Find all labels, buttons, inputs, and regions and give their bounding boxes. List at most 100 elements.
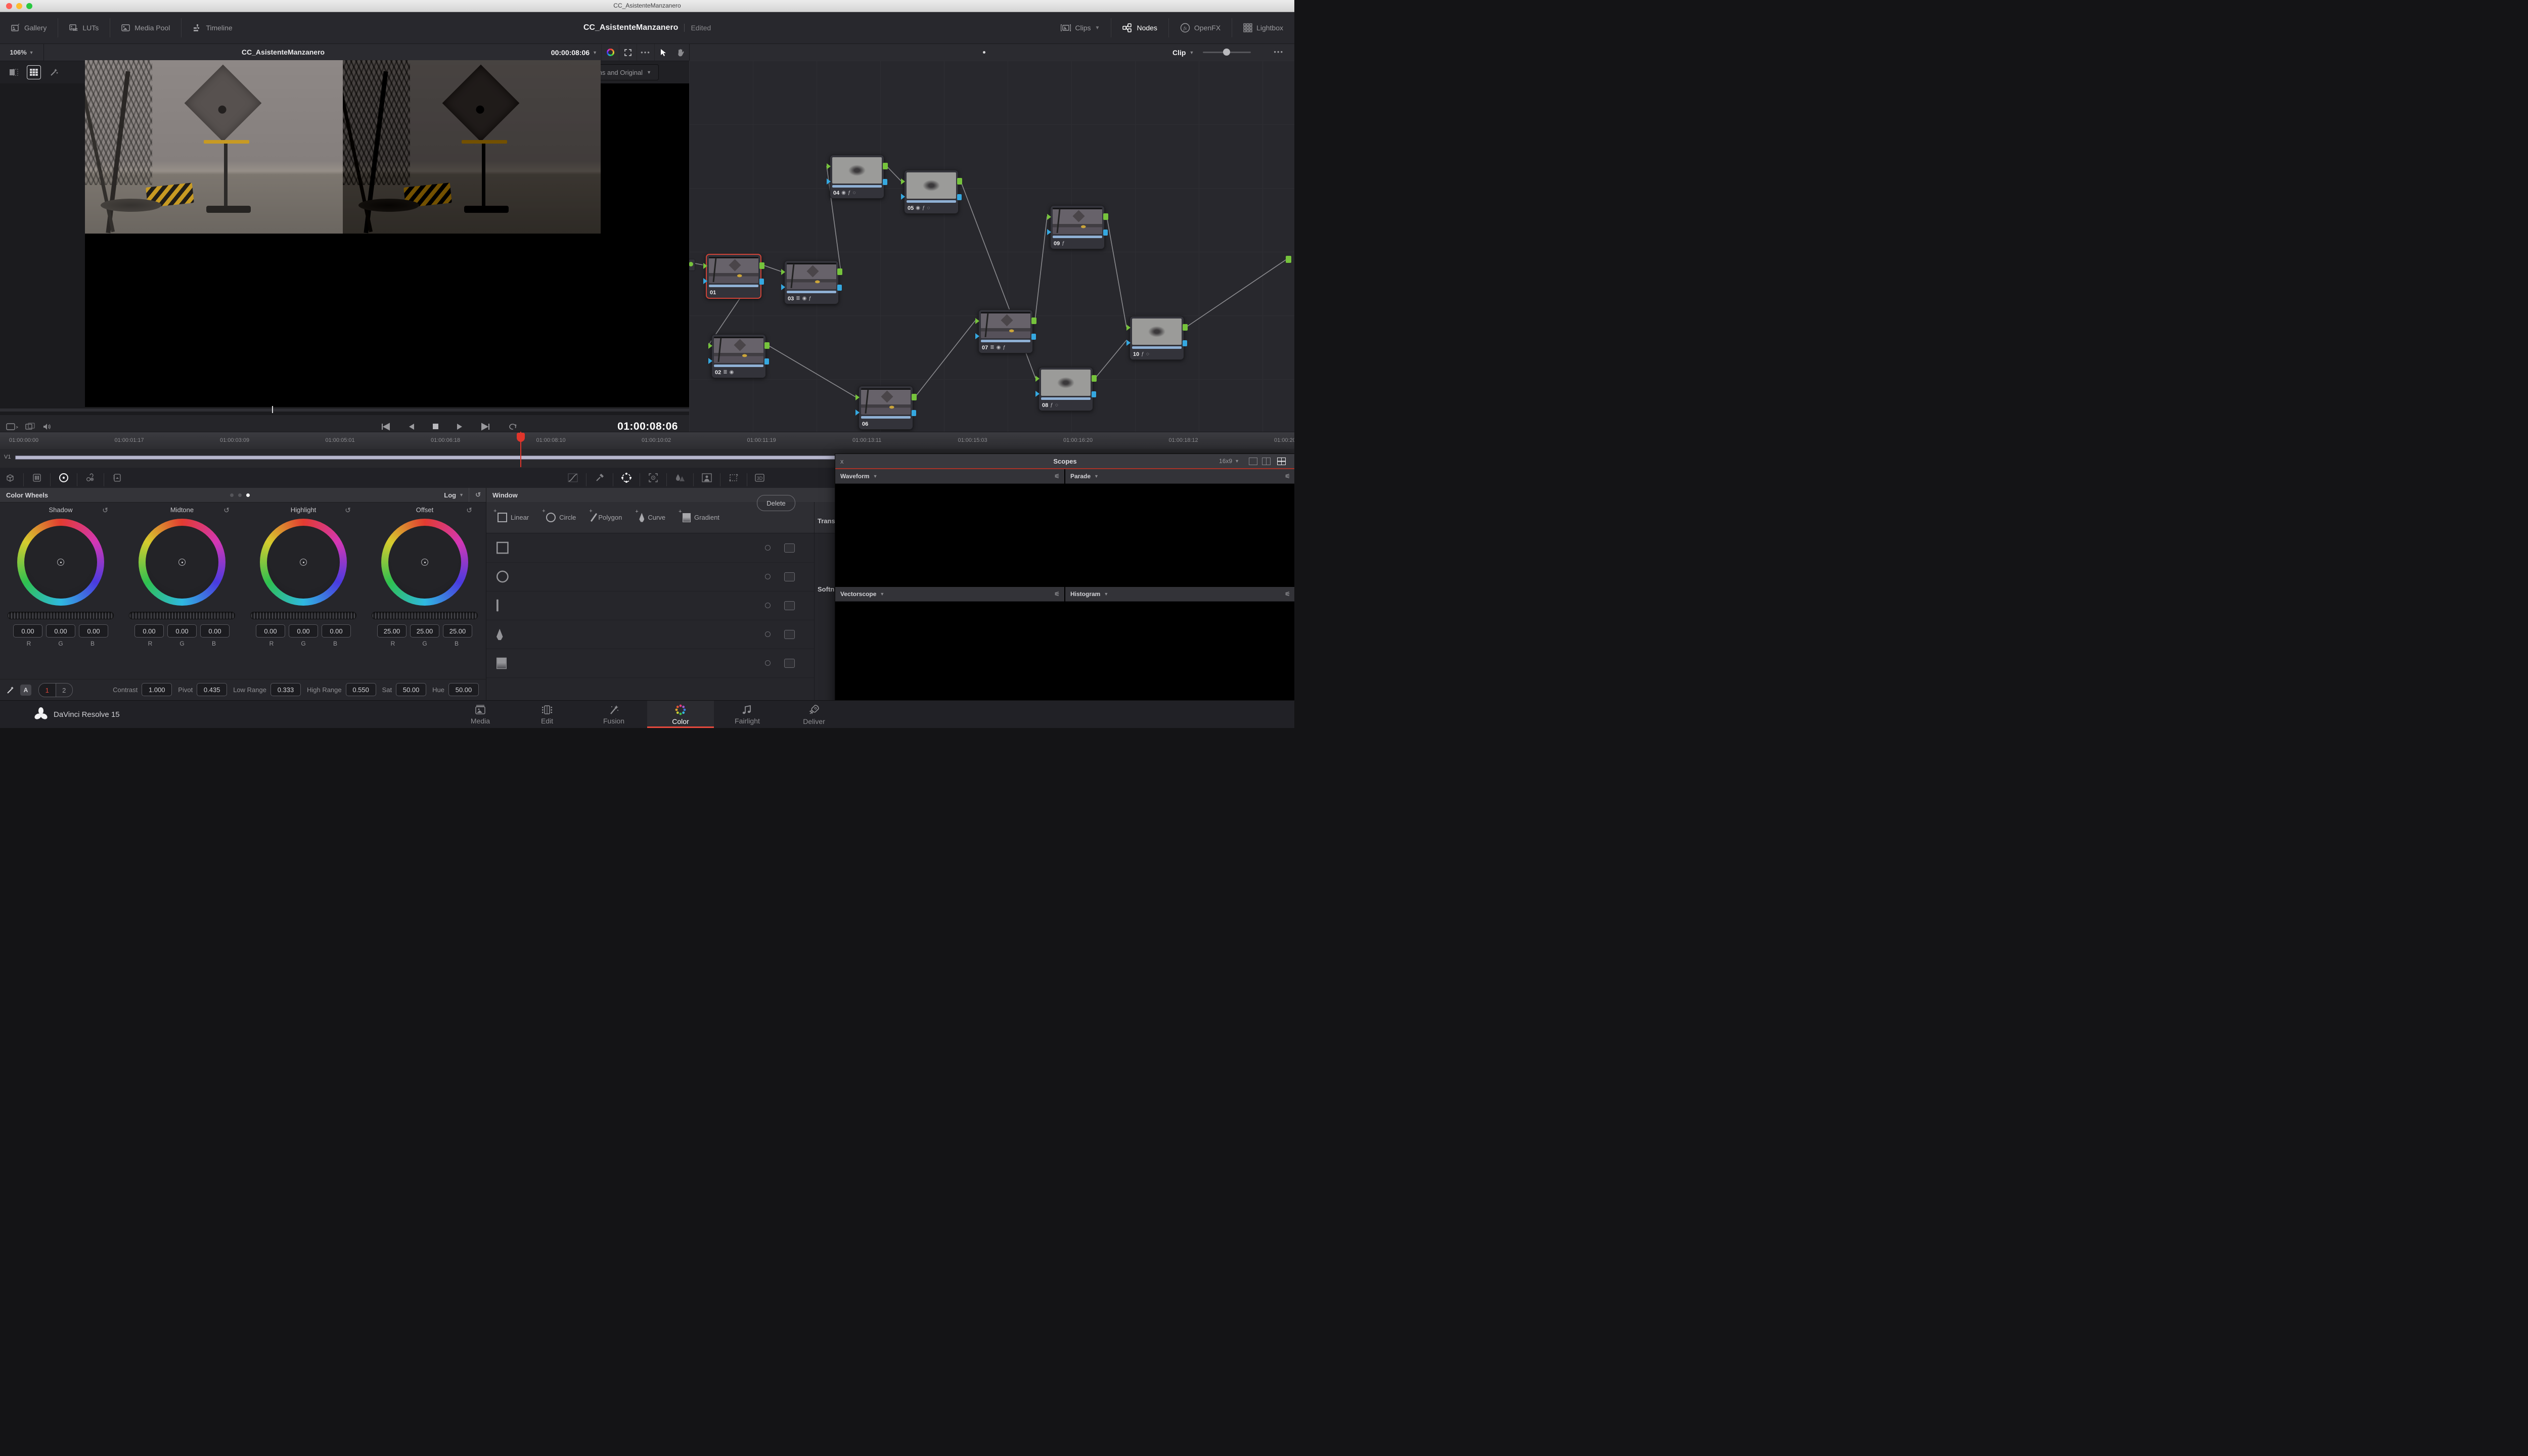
viewer-scrub-marker[interactable] — [272, 406, 273, 413]
key-output-port[interactable] — [759, 279, 764, 285]
rgb-output-port[interactable] — [1092, 375, 1097, 382]
rgb-output-port[interactable] — [837, 268, 842, 275]
last-frame-button[interactable] — [480, 423, 490, 431]
viewer-scrub-bar[interactable] — [0, 408, 689, 412]
rgb-value-box[interactable]: 0.00 — [200, 624, 230, 638]
rgb-value-box[interactable]: 0.00 — [46, 624, 75, 638]
openfx-button[interactable]: fx OpenFX — [1169, 12, 1232, 43]
add-curve-window-button[interactable]: +Curve — [639, 513, 665, 522]
rgb-input-port[interactable] — [1126, 325, 1131, 331]
lightbox-button[interactable]: Lightbox — [1232, 12, 1294, 43]
parade-header[interactable]: Parade▼ ⚟ — [1065, 469, 1294, 484]
rgb-value-box[interactable]: 0.00 — [256, 624, 285, 638]
rgb-input-port[interactable] — [708, 343, 712, 349]
window-active-toggle[interactable] — [765, 603, 771, 608]
maximize-window-button[interactable] — [26, 3, 32, 9]
waveform-header[interactable]: Waveform▼ ⚟ — [835, 469, 1064, 484]
window-mask-toggle[interactable] — [784, 630, 795, 639]
add-polygon-window-button[interactable]: +Polygon — [593, 513, 622, 522]
node-08[interactable]: 08ƒ◌ — [1039, 367, 1093, 411]
play-button[interactable] — [456, 423, 463, 431]
rgb-output-port[interactable] — [957, 178, 962, 185]
rgb-output-port[interactable] — [883, 163, 888, 169]
param-value-box[interactable]: 0.550 — [346, 683, 376, 696]
page-tab-deliver[interactable]: Deliver — [781, 701, 847, 728]
reset-icon[interactable]: ↺ — [102, 506, 108, 515]
key-input-port[interactable] — [855, 410, 860, 416]
timeline-button[interactable]: Timeline — [182, 12, 243, 43]
node-07[interactable]: 07≣◉ƒ — [978, 309, 1033, 353]
hand-tool-button[interactable] — [672, 44, 689, 61]
vectorscope-header[interactable]: Vectorscope▼ ⚟ — [835, 587, 1064, 602]
add-linear-window-button[interactable]: +Linear — [498, 513, 529, 522]
scope-settings-icon[interactable]: ⚟ — [1054, 590, 1060, 598]
rgb-value-box[interactable]: 25.00 — [377, 624, 407, 638]
add-gradient-window-button[interactable]: +Gradient — [683, 513, 719, 522]
window-shape-row[interactable] — [486, 562, 814, 592]
quad-scope-layout-button[interactable] — [1277, 458, 1286, 465]
dual-scope-layout-button[interactable] — [1262, 458, 1271, 465]
rgb-mixer-tab[interactable] — [80, 468, 101, 488]
window-mask-toggle[interactable] — [784, 601, 795, 610]
close-scopes-button[interactable]: x — [840, 458, 844, 465]
qualifier-tab[interactable] — [590, 468, 610, 488]
rgb-value-box[interactable]: 0.00 — [167, 624, 197, 638]
rgb-input-port[interactable] — [975, 318, 979, 324]
rgb-input-port[interactable] — [855, 394, 860, 400]
rgb-output-port[interactable] — [764, 342, 770, 349]
rgb-value-box[interactable]: 0.00 — [79, 624, 108, 638]
window-active-toggle[interactable] — [765, 631, 771, 637]
key-output-port[interactable] — [1103, 230, 1108, 236]
unmix-icon[interactable] — [25, 423, 35, 431]
motion-effects-tab[interactable] — [107, 468, 127, 488]
master-wheel-slider[interactable] — [372, 612, 478, 619]
page-tab-media[interactable]: Media — [447, 701, 514, 728]
scopes-aspect-dropdown[interactable]: 16x9 ▼ — [1219, 458, 1239, 465]
key-output-port[interactable] — [764, 358, 769, 365]
tracker-tab[interactable] — [643, 468, 663, 488]
scope-settings-icon[interactable]: ⚟ — [1054, 473, 1060, 480]
node-zoom-slider[interactable] — [1203, 52, 1251, 53]
key-input-port[interactable] — [708, 358, 712, 364]
rgb-input-port[interactable] — [901, 178, 905, 185]
sizing-tab[interactable] — [724, 468, 744, 488]
node-10[interactable]: 10ƒ◌ — [1130, 316, 1184, 360]
loop-button[interactable] — [508, 423, 518, 431]
grid-view-button[interactable] — [27, 66, 40, 79]
expand-viewer-button[interactable] — [619, 44, 637, 61]
node-03[interactable]: 03≣◉ƒ — [784, 260, 839, 304]
rgb-value-box[interactable]: 0.00 — [289, 624, 318, 638]
step-back-button[interactable] — [408, 423, 415, 431]
add-circle-window-button[interactable]: +Circle — [546, 513, 576, 522]
rgb-value-box[interactable]: 0.00 — [13, 624, 42, 638]
node-graph-canvas[interactable]: 0102≣◉03≣◉ƒ04◉ƒ◌05◉ƒ◌0607≣◉ƒ08ƒ◌09ƒ10ƒ◌ — [689, 61, 1294, 453]
scopes-titlebar[interactable]: x Scopes 16x9 ▼ — [835, 454, 1294, 469]
node-01[interactable]: 01 — [706, 254, 761, 299]
key-input-port[interactable] — [1126, 340, 1131, 346]
minimize-window-button[interactable] — [16, 3, 22, 9]
luts-button[interactable]: LUTs — [58, 12, 110, 43]
blur-tab[interactable] — [670, 468, 690, 488]
node-04[interactable]: 04◉ƒ◌ — [830, 155, 884, 199]
rgb-input-port[interactable] — [703, 263, 707, 269]
rgb-value-box[interactable]: 0.00 — [322, 624, 351, 638]
power-window-tab[interactable] — [616, 468, 637, 488]
window-active-toggle[interactable] — [765, 660, 771, 666]
rgb-output-port[interactable] — [912, 394, 917, 400]
window-mask-toggle[interactable] — [784, 659, 795, 668]
window-mask-toggle[interactable] — [784, 572, 795, 581]
wheel-page-2[interactable]: 2 — [56, 684, 73, 697]
key-output-port[interactable] — [1031, 334, 1036, 340]
key-input-port[interactable] — [1047, 229, 1051, 235]
curves-tab[interactable] — [563, 468, 583, 488]
page-tab-fusion[interactable]: Fusion — [580, 701, 647, 728]
reset-icon[interactable]: ↺ — [345, 506, 351, 515]
rgb-output-port[interactable] — [1031, 317, 1036, 324]
timeline-ruler[interactable]: 01:00:00:0001:00:01:1701:00:03:0901:00:0… — [0, 432, 1294, 450]
color-match-tab[interactable] — [27, 468, 47, 488]
master-wheel-slider[interactable] — [129, 612, 235, 619]
key-input-port[interactable] — [703, 278, 707, 284]
palette-page-dots[interactable] — [230, 493, 250, 497]
node-06[interactable]: 06 — [859, 386, 913, 430]
key-tab[interactable] — [697, 468, 717, 488]
